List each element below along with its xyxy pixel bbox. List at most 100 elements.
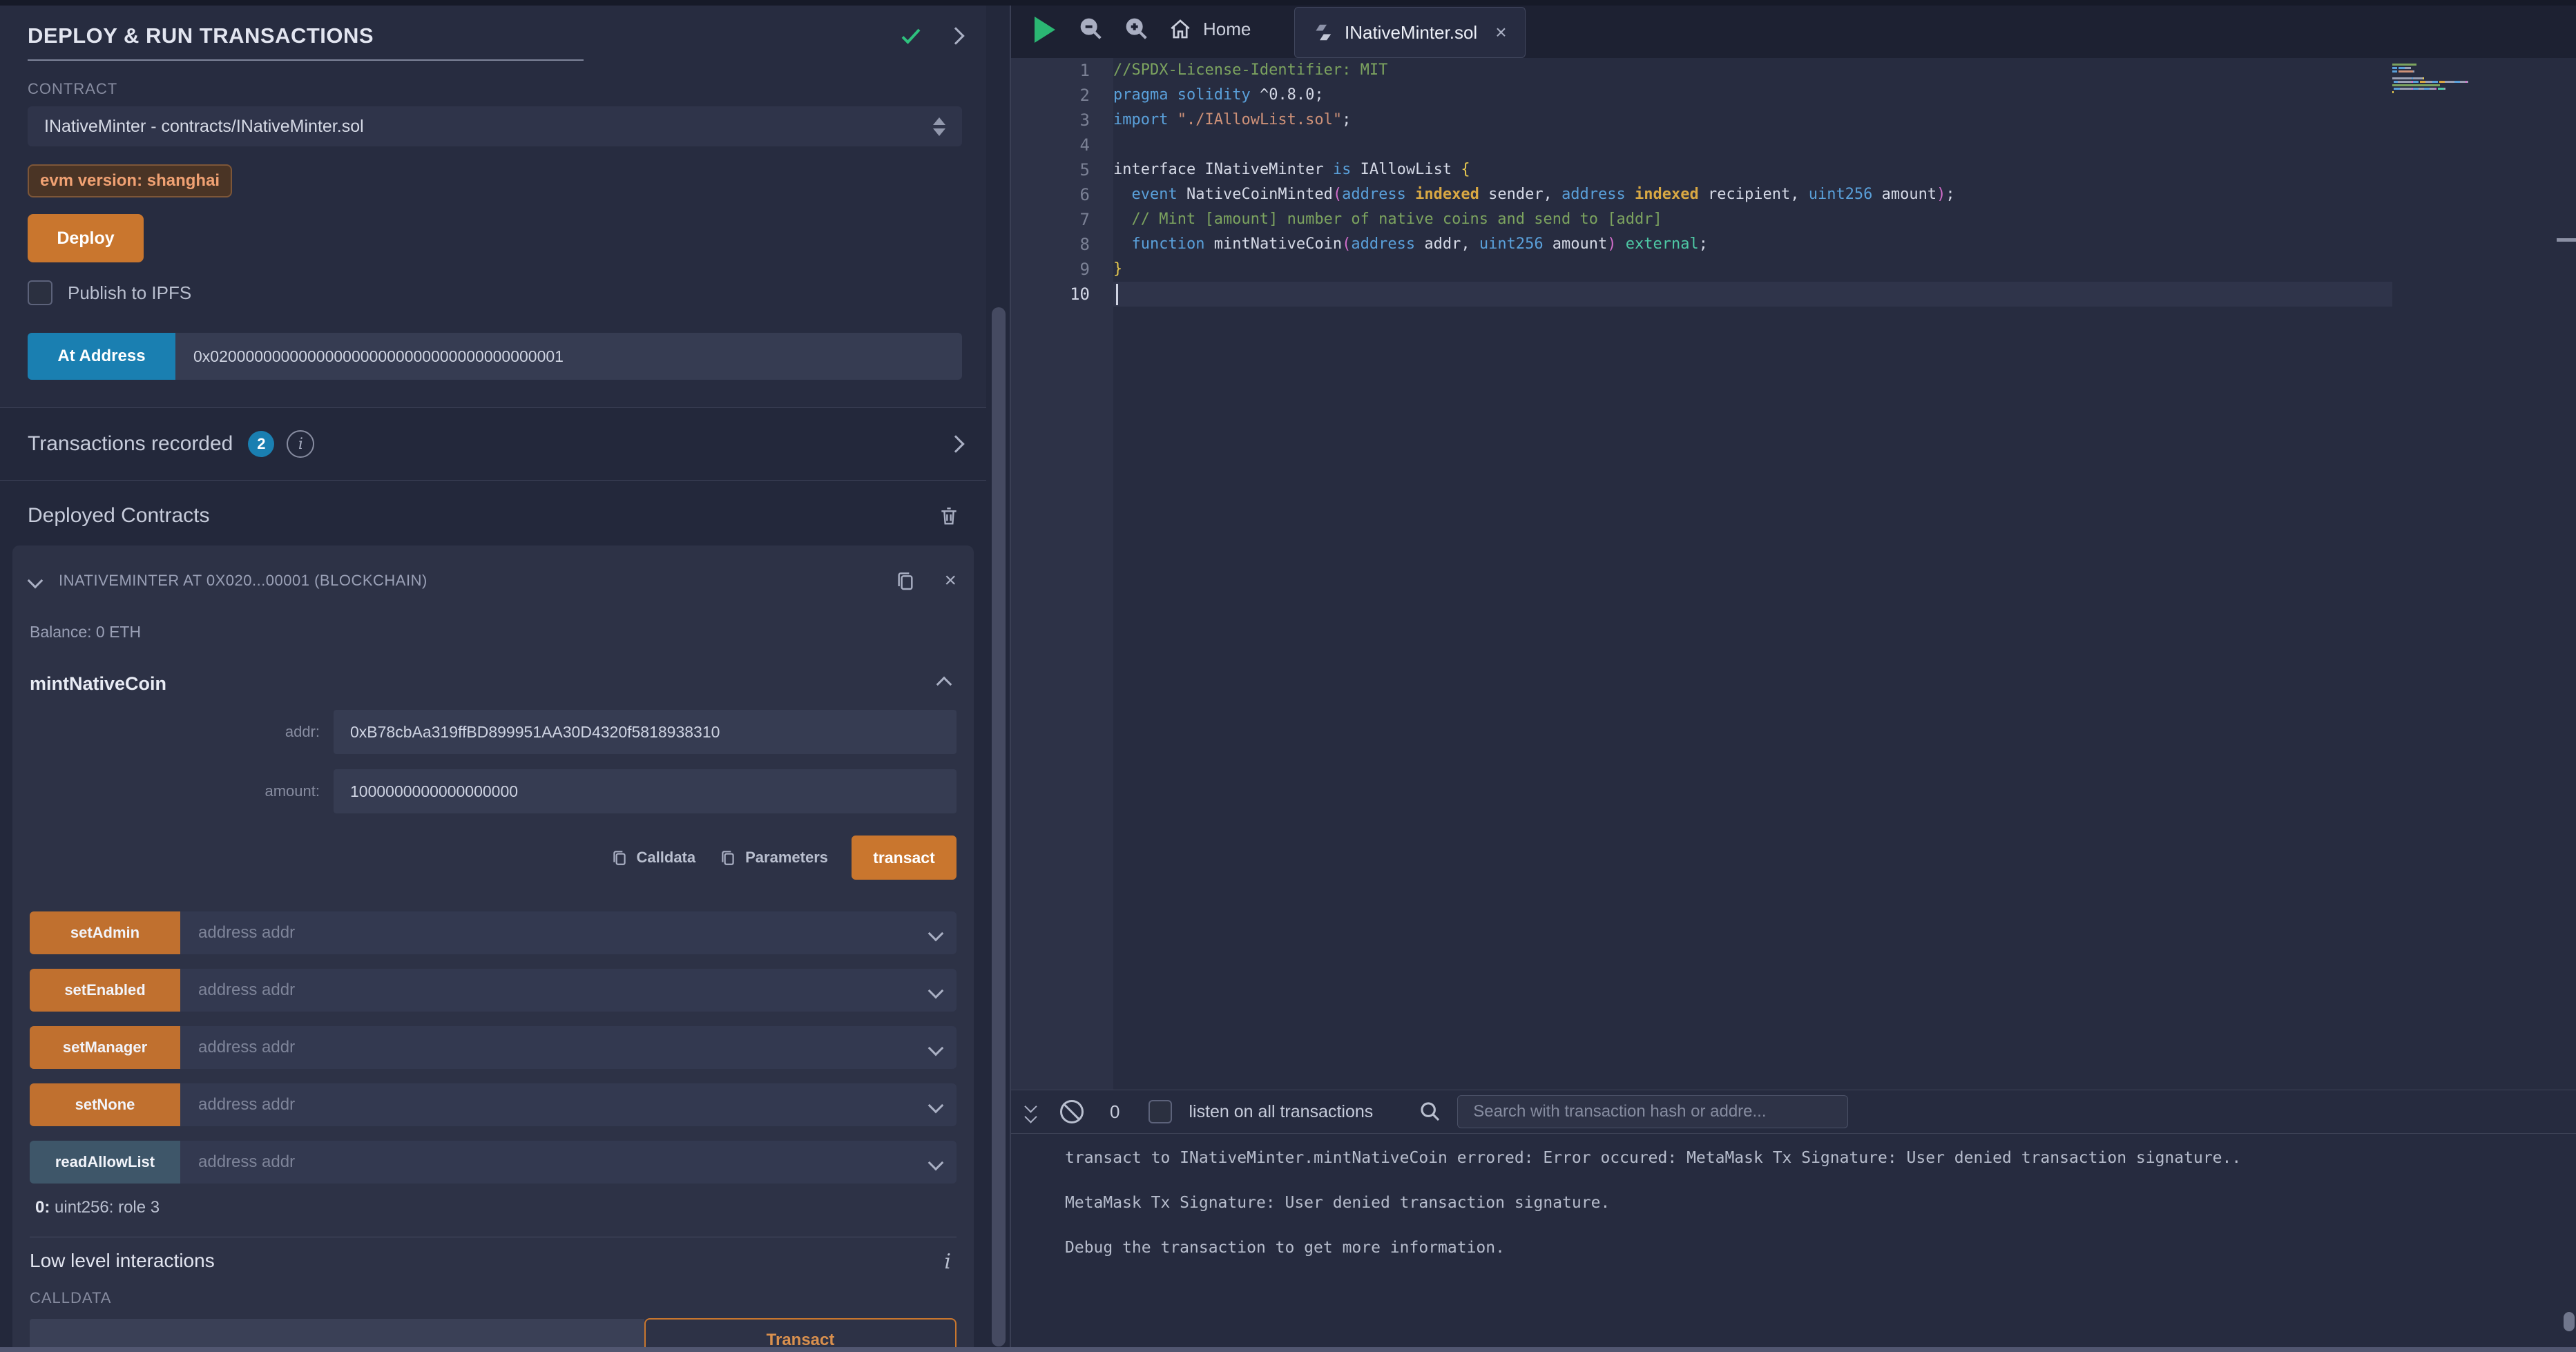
compile-success-check-icon	[898, 23, 923, 48]
collapse-terminal-icon[interactable]	[1026, 1102, 1035, 1121]
at-address-input[interactable]	[175, 333, 962, 380]
minimap-line	[2392, 77, 2530, 79]
contract-select-value: INativeMinter - contracts/INativeMinter.…	[44, 117, 364, 137]
zoom-out-icon[interactable]	[1077, 15, 1105, 43]
overview-ruler-cursor-marker	[2557, 238, 2576, 242]
calldata-input[interactable]	[30, 1319, 644, 1347]
listen-all-transactions-checkbox[interactable]	[1148, 1100, 1172, 1123]
pending-tx-count: 0	[1110, 1101, 1119, 1123]
listen-all-transactions-label: listen on all transactions	[1189, 1102, 1373, 1122]
run-script-play-icon[interactable]	[1035, 17, 1055, 43]
collapse-panel-icon[interactable]	[947, 27, 964, 44]
text-cursor	[1116, 284, 1118, 305]
code-area[interactable]: 12345678910 //SPDX-License-Identifier: M…	[1011, 58, 2576, 1090]
low-level-info-icon[interactable]: i	[944, 1250, 951, 1274]
low-level-transact-button[interactable]: Transact	[644, 1318, 957, 1347]
function-row-setmanager: setManager	[30, 1026, 957, 1069]
trash-icon[interactable]	[938, 504, 960, 528]
readallowlist-input[interactable]	[180, 1141, 957, 1184]
close-tab-icon[interactable]: ×	[1495, 23, 1506, 42]
terminal-scrollbar[interactable]	[2564, 1312, 2575, 1331]
calldata-label: CALLDATA	[30, 1289, 957, 1307]
contract-instance-header: INATIVEMINTER AT 0X020...00001 (BLOCKCHA…	[59, 572, 427, 590]
transactions-recorded-section[interactable]: Transactions recorded 2 i	[0, 407, 986, 481]
title-underline	[28, 59, 584, 61]
deployed-contract-card: INATIVEMINTER AT 0X020...00001 (BLOCKCHA…	[12, 545, 974, 1347]
transact-button[interactable]: transact	[852, 836, 957, 880]
code-line: //SPDX-License-Identifier: MIT	[1113, 58, 1955, 83]
bottom-scrollbar[interactable]	[0, 1347, 2576, 1352]
transactions-info-icon[interactable]: i	[287, 430, 314, 458]
readallowlist-result: 0: uint256: role 3	[35, 1198, 957, 1217]
code-line: pragma solidity ^0.8.0;	[1113, 83, 1955, 108]
zoom-in-icon[interactable]	[1123, 15, 1151, 43]
function-row-setadmin: setAdmin	[30, 911, 957, 954]
setadmin-button[interactable]: setAdmin	[30, 911, 180, 954]
tab-home[interactable]: Home	[1169, 0, 1251, 58]
line-number: 5	[1011, 157, 1113, 182]
copy-parameters-button[interactable]: Parameters	[719, 848, 828, 867]
deploy-button[interactable]: Deploy	[28, 214, 144, 262]
panel-title: DEPLOY & RUN TRANSACTIONS	[28, 23, 374, 48]
deploy-section: DEPLOY & RUN TRANSACTIONS CONTRACT INati…	[0, 6, 986, 407]
minimap-line	[2392, 74, 2530, 76]
collapse-method-icon[interactable]	[936, 676, 952, 692]
terminal-log-line: Debug the transaction to get more inform…	[1065, 1239, 2241, 1257]
code-line	[1113, 133, 1955, 157]
publish-ipfs-label: Publish to IPFS	[68, 282, 191, 304]
copy-icon	[611, 848, 628, 867]
line-number: 2	[1011, 83, 1113, 108]
minimap-line	[2392, 64, 2530, 66]
line-number-gutter: 12345678910	[1011, 58, 1113, 1090]
minimap-line	[2392, 84, 2530, 86]
terminal-log-line: transact to INativeMinter.mintNativeCoin…	[1065, 1149, 2241, 1167]
setnone-input[interactable]	[180, 1083, 957, 1126]
line-number: 4	[1011, 133, 1113, 157]
remove-contract-icon[interactable]: ×	[944, 570, 957, 591]
publish-ipfs-checkbox[interactable]	[28, 280, 52, 305]
panel-scrollbar[interactable]	[992, 307, 1006, 1346]
setmanager-input[interactable]	[180, 1026, 957, 1069]
addr-field-label: addr:	[30, 723, 334, 741]
editor-minimap[interactable]	[2392, 64, 2530, 98]
terminal-log-lines: transact to INativeMinter.mintNativeCoin…	[1065, 1149, 2241, 1284]
amount-field-label: amount:	[30, 782, 334, 800]
clear-console-icon[interactable]	[1060, 1100, 1084, 1123]
setnone-button[interactable]: setNone	[30, 1083, 180, 1126]
method-title: mintNativeCoin	[30, 673, 166, 695]
amount-field-input[interactable]	[334, 769, 957, 813]
editor-tabbar: Home INativeMinter.sol ×	[1011, 0, 2576, 58]
code-line: import "./IAllowList.sol";	[1113, 108, 1955, 133]
setadmin-input[interactable]	[180, 911, 957, 954]
minimap-line	[2392, 67, 2530, 69]
code-line: // Mint [amount] number of native coins …	[1113, 207, 1955, 232]
low-level-interactions-title: Low level interactions	[30, 1250, 215, 1272]
minimap-line	[2392, 95, 2530, 97]
expand-transactions-icon[interactable]	[947, 435, 964, 452]
function-row-readallowlist: readAllowList	[30, 1141, 957, 1184]
terminal-log-line: MetaMask Tx Signature: User denied trans…	[1065, 1194, 2241, 1212]
minimap-line	[2392, 88, 2530, 90]
code-line	[1113, 282, 1955, 307]
setenabled-button[interactable]: setEnabled	[30, 969, 180, 1012]
setmanager-button[interactable]: setManager	[30, 1026, 180, 1069]
minimap-line	[2392, 81, 2530, 83]
terminal-search-input[interactable]	[1457, 1095, 1848, 1128]
terminal-output[interactable]: transact to INativeMinter.mintNativeCoin…	[1011, 1134, 2576, 1352]
collapse-contract-icon[interactable]	[28, 573, 44, 589]
copy-icon[interactable]	[894, 569, 916, 592]
setenabled-input[interactable]	[180, 969, 957, 1012]
at-address-button[interactable]: At Address	[28, 333, 175, 380]
addr-field-input[interactable]	[334, 710, 957, 754]
copy-calldata-button[interactable]: Calldata	[611, 848, 696, 867]
code-line: function mintNativeCoin(address addr, ui…	[1113, 232, 1955, 257]
line-number: 7	[1011, 207, 1113, 232]
code-line: }	[1113, 257, 1955, 282]
contract-select[interactable]: INativeMinter - contracts/INativeMinter.…	[28, 106, 962, 146]
contract-label: CONTRACT	[28, 80, 962, 98]
readallowlist-button[interactable]: readAllowList	[30, 1141, 180, 1184]
remix-ide-window: DEPLOY & RUN TRANSACTIONS CONTRACT INati…	[0, 0, 2576, 1352]
transactions-recorded-label: Transactions recorded	[28, 432, 233, 456]
tab-inativeminter-sol[interactable]: INativeMinter.sol ×	[1294, 7, 1526, 58]
window-top-strip	[0, 0, 2576, 6]
